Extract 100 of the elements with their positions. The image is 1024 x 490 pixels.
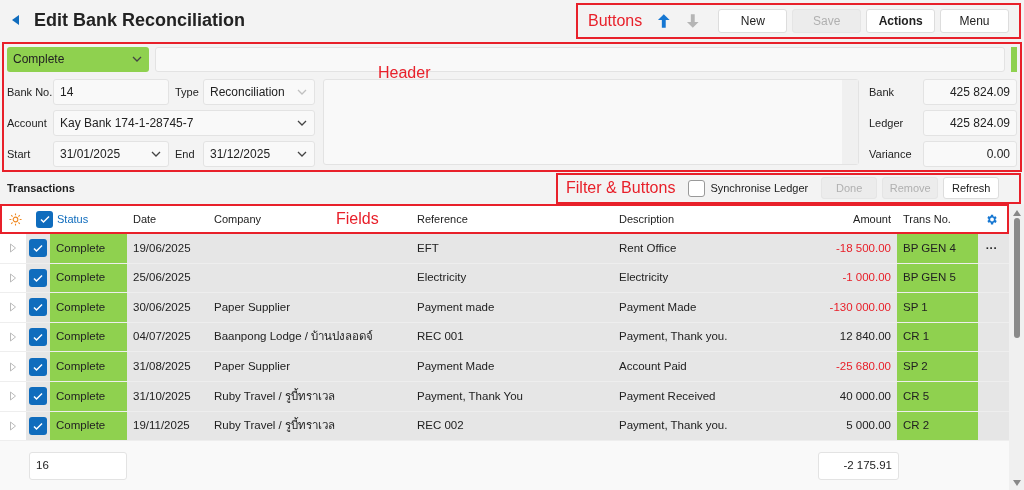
table-cell-text: 19/06/2025 bbox=[132, 240, 192, 256]
column-header[interactable]: Reference bbox=[417, 210, 468, 228]
table-cell-text: Payment, Thank you. bbox=[618, 418, 729, 434]
annotation-label: Fields bbox=[336, 209, 379, 229]
scroll-up-icon[interactable] bbox=[1012, 210, 1021, 216]
scroll-down-icon[interactable] bbox=[1012, 480, 1021, 486]
total-field: -2 175.91 bbox=[818, 451, 899, 480]
column-header[interactable]: Company bbox=[214, 210, 262, 228]
table-cell-text: Paper Supplier bbox=[213, 299, 292, 315]
page-title: Edit Bank Reconciliation bbox=[34, 8, 246, 32]
column-header[interactable]: Trans No. bbox=[903, 210, 951, 228]
dropdown-field[interactable]: 31/01/2025 bbox=[53, 141, 169, 167]
column-header[interactable]: Status bbox=[57, 210, 89, 228]
status-dropdown[interactable]: Complete bbox=[7, 46, 149, 72]
trans-no-cell: CR 5 bbox=[897, 381, 978, 411]
text-field[interactable]: 425 824.09 bbox=[923, 79, 1017, 105]
toolbar-button[interactable]: New bbox=[718, 9, 788, 33]
text-field[interactable]: 14 bbox=[53, 79, 169, 105]
trans-no-cell: CR 1 bbox=[897, 322, 978, 352]
table-cell-text: 30/06/2025 bbox=[132, 299, 192, 315]
table-cell-text: Electricity bbox=[618, 270, 670, 286]
status-cell: Complete bbox=[50, 411, 127, 441]
checkmark-icon bbox=[32, 331, 44, 344]
table-cell-text: 04/07/2025 bbox=[132, 329, 192, 345]
more-button[interactable]: ··· bbox=[985, 239, 998, 257]
field-label: Bank No. bbox=[7, 84, 53, 100]
sun-icon[interactable] bbox=[8, 212, 22, 226]
status-cell: Complete bbox=[50, 381, 127, 411]
table-cell-text: Payment made bbox=[416, 299, 496, 315]
status-cell: Complete bbox=[50, 293, 127, 322]
toolbar-button[interactable]: Menu bbox=[940, 9, 1009, 33]
table-cell-text: EFT bbox=[416, 240, 440, 256]
checkbox[interactable] bbox=[29, 416, 47, 435]
amount-cell-text: -130 000.00 bbox=[828, 299, 892, 315]
text-field[interactable]: 425 824.09 bbox=[923, 110, 1017, 136]
trans-no-cell: BP GEN 4 bbox=[897, 234, 978, 263]
field-label: Variance bbox=[869, 146, 913, 162]
dropdown-field[interactable]: 31/12/2025 bbox=[203, 141, 315, 167]
checkbox[interactable] bbox=[29, 387, 47, 406]
amount-cell-text: -18 500.00 bbox=[835, 240, 892, 256]
table-cell-text: Payment Received bbox=[618, 388, 717, 404]
amount-cell-text: 40 000.00 bbox=[838, 388, 892, 404]
annotation-label: Filter & Buttons bbox=[566, 178, 676, 198]
dropdown-field[interactable]: Reconciliation bbox=[203, 79, 315, 105]
checkbox[interactable] bbox=[29, 298, 47, 317]
amount-cell-text: -25 680.00 bbox=[835, 359, 892, 375]
action-button[interactable]: Refresh bbox=[943, 177, 1000, 199]
back-icon[interactable] bbox=[10, 14, 20, 26]
expand-icon[interactable] bbox=[9, 361, 17, 372]
expand-icon[interactable] bbox=[9, 302, 17, 313]
annotation-label: Header bbox=[378, 63, 431, 83]
amount-cell-text: 5 000.00 bbox=[845, 418, 892, 434]
expand-icon[interactable] bbox=[9, 272, 17, 283]
checkmark-icon bbox=[32, 390, 44, 403]
expand-icon[interactable] bbox=[9, 243, 17, 254]
count-field: 16 bbox=[29, 451, 127, 480]
expand-icon[interactable] bbox=[9, 420, 17, 431]
checkbox[interactable] bbox=[29, 328, 47, 347]
checkbox[interactable] bbox=[36, 210, 53, 228]
arrow-down-icon[interactable] bbox=[685, 13, 700, 29]
table-cell-text: Payment Made bbox=[618, 299, 698, 315]
annotation-label: Buttons bbox=[588, 11, 643, 31]
table-cell-text: Ruby Travel / รูบี้ทราเวล bbox=[213, 387, 336, 405]
dropdown-field[interactable]: Kay Bank 174-1-28745-7 bbox=[53, 110, 315, 136]
field-label: Type bbox=[175, 84, 200, 100]
column-header[interactable]: Amount bbox=[853, 210, 891, 228]
checkbox[interactable] bbox=[688, 179, 706, 197]
field-label: Account bbox=[7, 115, 48, 131]
status-indicator bbox=[1011, 46, 1017, 72]
table-cell-text: REC 001 bbox=[416, 329, 465, 345]
expand-icon[interactable] bbox=[9, 391, 17, 402]
checkmark-icon bbox=[32, 242, 44, 255]
trans-no-cell: BP GEN 5 bbox=[897, 263, 978, 293]
checkbox[interactable] bbox=[29, 357, 47, 376]
table-cell-text: Paper Supplier bbox=[213, 359, 292, 375]
expand-icon[interactable] bbox=[9, 332, 17, 343]
trans-no-cell: SP 2 bbox=[897, 352, 978, 381]
table-cell-text: Rent Office bbox=[618, 240, 678, 256]
column-header[interactable]: Date bbox=[133, 210, 157, 228]
arrow-up-icon[interactable] bbox=[657, 13, 671, 29]
checkbox[interactable] bbox=[29, 268, 47, 287]
trans-no-cell: SP 1 bbox=[897, 293, 978, 322]
checkbox[interactable] bbox=[29, 239, 47, 258]
section-title: Transactions bbox=[7, 180, 75, 196]
amount-cell-text: -1 000.00 bbox=[841, 270, 892, 286]
column-header[interactable]: Description bbox=[619, 210, 675, 228]
table-cell-text: 31/08/2025 bbox=[132, 359, 192, 375]
toolbar-button[interactable]: Actions bbox=[866, 9, 936, 33]
amount-cell-text: 12 840.00 bbox=[838, 329, 892, 345]
settings-icon[interactable] bbox=[985, 212, 998, 226]
text-field[interactable]: 0.00 bbox=[923, 141, 1017, 167]
table-cell-text: Payment, Thank you. bbox=[618, 329, 729, 345]
table-cell-text: 25/06/2025 bbox=[132, 270, 192, 286]
field-label: End bbox=[175, 146, 196, 162]
status-cell: Complete bbox=[50, 352, 127, 381]
checkmark-icon bbox=[32, 301, 44, 314]
table-cell-text: Account Paid bbox=[618, 359, 688, 375]
status-cell: Complete bbox=[50, 322, 127, 352]
status-cell: Complete bbox=[50, 234, 127, 263]
table-cell-text: Payment, Thank You bbox=[416, 388, 524, 404]
